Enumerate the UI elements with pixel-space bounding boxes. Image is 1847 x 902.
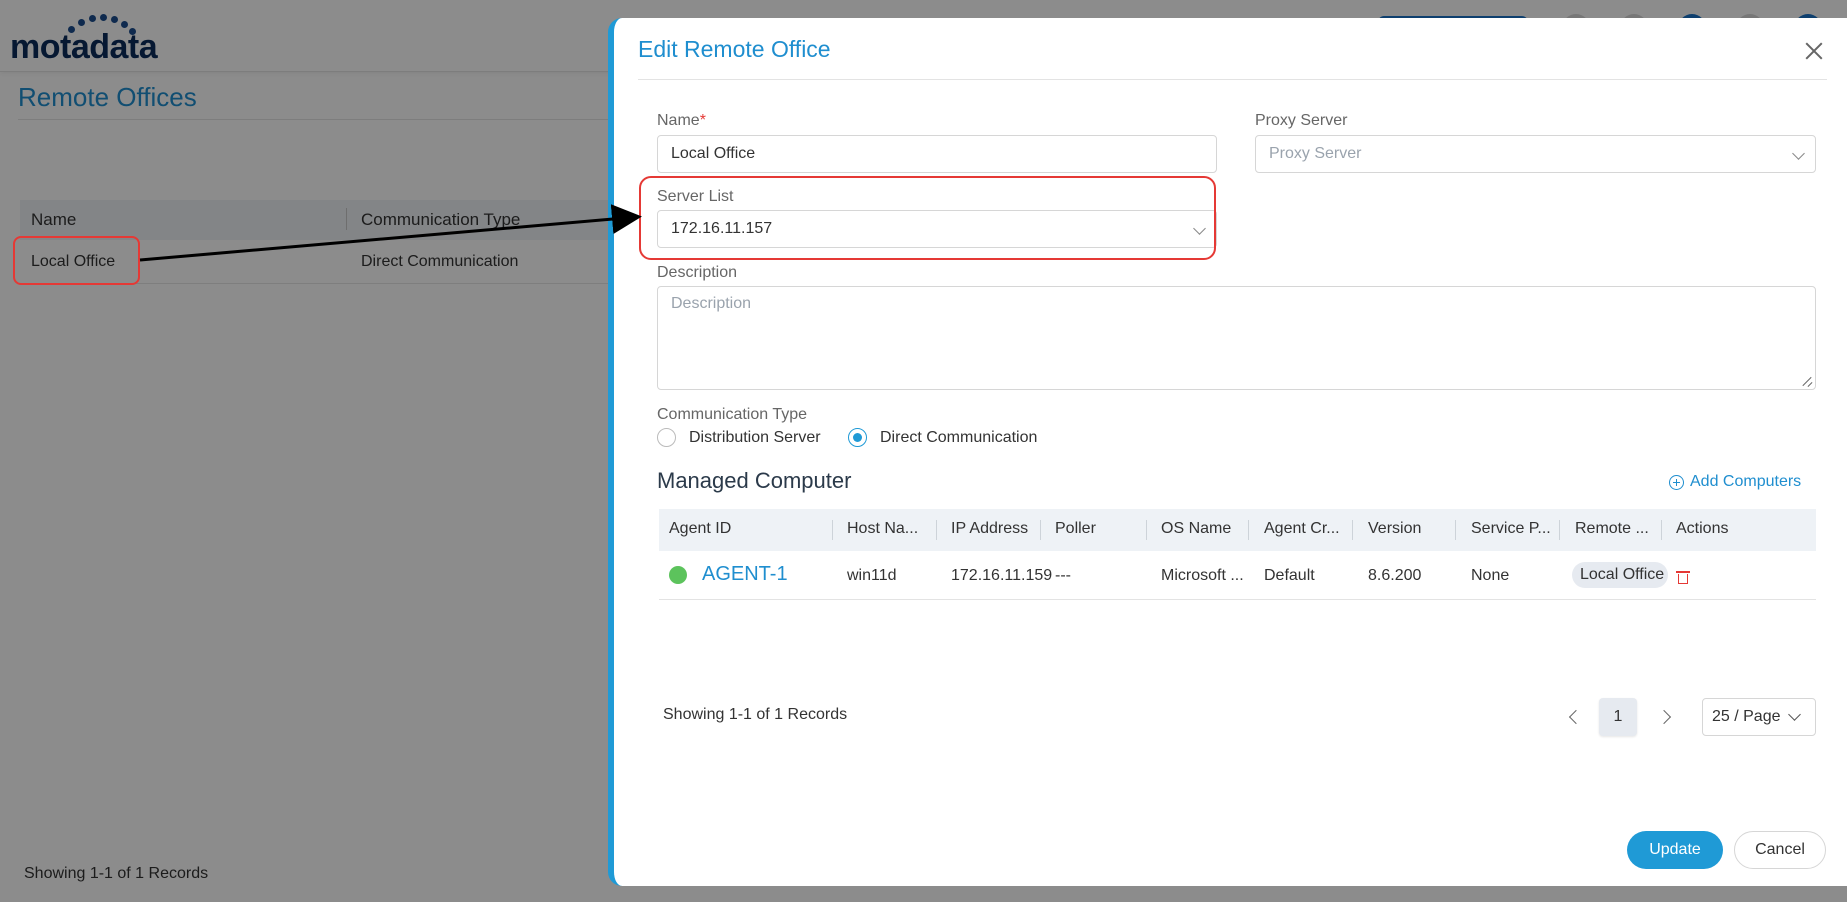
agent-id-link[interactable]: AGENT-1 xyxy=(702,563,788,586)
column-separator xyxy=(1040,520,1041,540)
add-circle-icon xyxy=(1669,474,1684,490)
add-computers-link[interactable]: Add Computers xyxy=(1669,473,1801,491)
cancel-button[interactable]: Cancel xyxy=(1734,831,1826,869)
page-size-value: 25 / Page xyxy=(1712,708,1781,725)
remote-office-tag: Local Office xyxy=(1572,562,1668,588)
column-separator xyxy=(1248,520,1249,540)
chevron-down-icon xyxy=(1792,147,1805,160)
table-row[interactable]: AGENT-1 win11d 172.16.11.159 --- Microso… xyxy=(659,551,1816,600)
column-header-agent-id[interactable]: Agent ID xyxy=(669,520,731,538)
description-label: Description xyxy=(657,264,738,281)
column-header-os-name[interactable]: OS Name xyxy=(1161,520,1231,538)
radio-distribution-server[interactable]: Distribution Server xyxy=(657,428,821,447)
proxy-server-select[interactable]: Proxy Server xyxy=(1255,135,1816,173)
managed-computer-title: Managed Computer xyxy=(657,468,852,493)
column-separator xyxy=(1661,520,1662,540)
column-separator xyxy=(1455,520,1456,540)
communication-type-label: Communication Type xyxy=(657,406,807,423)
column-header-service-pack[interactable]: Service P... xyxy=(1471,520,1551,538)
version-cell: 8.6.200 xyxy=(1368,567,1422,584)
agent-created-cell: Default xyxy=(1264,567,1315,584)
column-separator xyxy=(1146,520,1147,540)
column-header-actions: Actions xyxy=(1676,520,1729,537)
highlight-box-server-list xyxy=(639,176,1216,260)
close-icon[interactable] xyxy=(1803,40,1825,62)
page-size-select[interactable]: 25 / Page xyxy=(1702,698,1816,736)
highlight-box-local-office xyxy=(13,236,140,285)
chevron-down-icon xyxy=(1788,708,1801,721)
drawer-title: Edit Remote Office xyxy=(638,36,831,62)
next-page-icon[interactable] xyxy=(1656,709,1672,725)
name-input[interactable] xyxy=(657,135,1217,173)
drawer-header: Edit Remote Office xyxy=(638,18,1827,80)
column-header-remote-office[interactable]: Remote ... xyxy=(1575,520,1649,538)
column-separator xyxy=(1352,520,1353,540)
poller-cell: --- xyxy=(1055,567,1071,584)
edit-remote-office-drawer: Edit Remote Office Name* Proxy Server Pr… xyxy=(608,18,1847,886)
page-number-button[interactable]: 1 xyxy=(1599,698,1637,736)
radio-label: Direct Communication xyxy=(880,428,1038,446)
column-separator xyxy=(936,520,937,540)
name-label-text: Name xyxy=(657,112,700,129)
records-summary: Showing 1-1 of 1 Records xyxy=(663,706,848,723)
radio-direct-communication[interactable]: Direct Communication xyxy=(848,428,1037,447)
column-header-poller[interactable]: Poller xyxy=(1055,520,1096,538)
service-pack-cell: None xyxy=(1471,567,1510,584)
name-label: Name* xyxy=(657,112,706,130)
ip-address-cell: 172.16.11.159 xyxy=(951,567,1053,584)
os-name-cell: Microsoft ... xyxy=(1161,567,1244,584)
radio-button[interactable] xyxy=(657,428,676,447)
column-separator xyxy=(832,520,833,540)
add-computers-label: Add Computers xyxy=(1690,473,1802,490)
delete-trash-icon[interactable] xyxy=(1676,570,1690,584)
online-status-icon xyxy=(669,566,687,584)
proxy-server-placeholder: Proxy Server xyxy=(1269,145,1362,162)
required-mark: * xyxy=(699,112,706,129)
proxy-server-label: Proxy Server xyxy=(1255,112,1348,129)
radio-button-selected[interactable] xyxy=(848,428,867,447)
column-header-ip-address[interactable]: IP Address xyxy=(951,520,1028,538)
radio-label: Distribution Server xyxy=(689,428,821,446)
description-textarea[interactable] xyxy=(657,286,1816,390)
column-header-host-name[interactable]: Host Na... xyxy=(847,520,918,538)
managed-computer-table-header: Agent ID Host Na... IP Address Poller OS… xyxy=(659,509,1816,551)
column-header-version[interactable]: Version xyxy=(1368,520,1421,538)
host-name-cell: win11d xyxy=(847,567,897,584)
update-button[interactable]: Update xyxy=(1627,831,1723,869)
resize-handle-icon[interactable] xyxy=(1802,376,1812,386)
previous-page-icon[interactable] xyxy=(1568,709,1584,725)
column-header-agent-created[interactable]: Agent Cr... xyxy=(1264,520,1340,538)
column-separator xyxy=(1559,520,1560,540)
